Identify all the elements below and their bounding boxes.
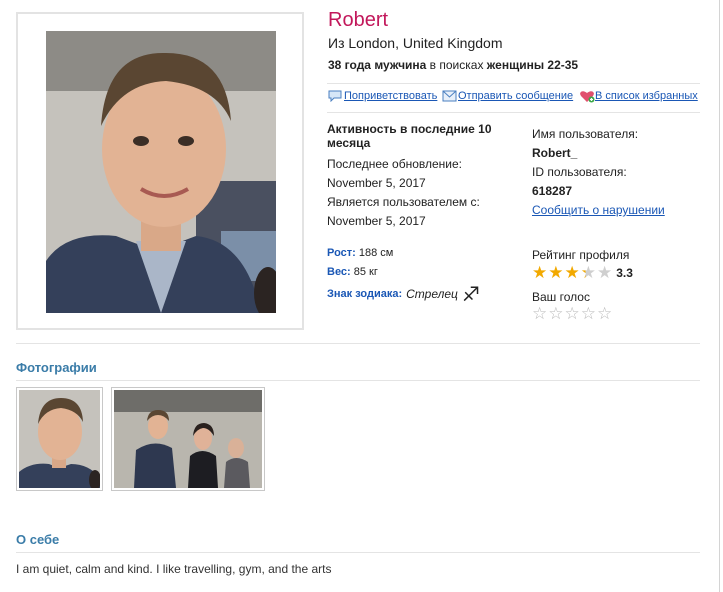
star-icon: ★ (532, 263, 548, 282)
activity-block: Активность в последние 10 месяца Последн… (327, 122, 507, 231)
zodiac-label: Знак зодиака: (327, 288, 403, 300)
weight-value: 85 кг (353, 266, 378, 278)
member-since-value: November 5, 2017 (327, 214, 426, 228)
photos-section-title: Фотографии (16, 360, 97, 375)
divider (327, 112, 700, 113)
photo-thumbnail[interactable] (16, 387, 103, 491)
action-bar: Поприветствовать Отправить сообщение В с… (328, 90, 700, 108)
vote-star-3[interactable]: ☆ (565, 305, 580, 322)
vote-star-2[interactable]: ☆ (548, 305, 563, 322)
star-half-icon: ★ (580, 263, 596, 282)
send-message-label: Отправить сообщение (458, 90, 574, 102)
star-empty-icon: ★ (597, 263, 613, 282)
photo-thumbnail[interactable] (111, 387, 265, 491)
seeking-word: в поисках (426, 58, 487, 72)
send-message-button[interactable]: Отправить сообщение (442, 90, 573, 102)
main-photo-frame (16, 12, 304, 330)
profile-location: Из London, United Kingdom (328, 35, 503, 51)
envelope-icon (442, 90, 457, 102)
last-update-label: Последнее обновление: (327, 157, 462, 171)
main-photo[interactable] (46, 31, 276, 313)
profile-name: Robert (328, 9, 389, 31)
profile-summary: 38 года мужчина в поисках женщины 22-35 (328, 58, 578, 72)
username-label: Имя пользователя: (532, 127, 639, 141)
activity-heading: Активность в последние 10 месяца (327, 122, 492, 150)
report-abuse-link[interactable]: Сообщить о нарушении (532, 201, 712, 220)
greet-label: Поприветствовать (344, 90, 438, 102)
vote-star-1[interactable]: ☆ (532, 305, 547, 322)
chat-bubble-icon (328, 90, 342, 103)
about-section-title: О себе (16, 532, 60, 547)
user-id-value: 618287 (532, 184, 573, 198)
weight-label: Вес: (327, 266, 351, 278)
divider (16, 552, 700, 553)
last-update-value: November 5, 2017 (327, 176, 426, 190)
seeking-target: женщины 22-35 (486, 58, 579, 72)
star-icon: ★ (548, 263, 564, 282)
zodiac-stat: Знак зодиака: Стрелец ♐ (327, 282, 480, 306)
vote-star-5[interactable]: ☆ (597, 305, 612, 322)
zodiac-value: Стрелец (406, 287, 458, 301)
weight-stat: Вес: 85 кг (327, 266, 378, 278)
divider (327, 83, 700, 84)
member-since-label: Является пользователем с: (327, 195, 480, 209)
age-gender: 38 года мужчина (328, 58, 427, 72)
height-label: Рост: (327, 247, 356, 259)
about-text: I am quiet, calm and kind. I like travel… (16, 562, 332, 576)
user-block: Имя пользователя: Robert_ ID пользовател… (532, 125, 712, 220)
vote-star-4[interactable]: ☆ (581, 305, 596, 322)
sagittarius-icon: ♐ (461, 282, 480, 306)
height-stat: Рост: 188 см (327, 247, 393, 259)
profile-rating-stars: ★ ★ ★ ★ ★ 3.3 (532, 264, 633, 281)
vote-stars: ☆ ☆ ☆ ☆ ☆ (532, 305, 612, 322)
right-border (719, 0, 720, 592)
height-value: 188 см (358, 247, 394, 259)
rating-label: Рейтинг профиля (532, 248, 630, 262)
your-vote-label: Ваш голос (532, 290, 590, 304)
divider (16, 343, 700, 344)
heart-icon (579, 90, 595, 103)
add-to-favorites-label: В список избранных (595, 90, 698, 102)
rating-value: 3.3 (616, 265, 633, 280)
user-id-label: ID пользователя: (532, 165, 627, 179)
divider (16, 380, 700, 381)
add-to-favorites-button[interactable]: В список избранных (579, 90, 698, 103)
star-icon: ★ (564, 263, 580, 282)
username-value: Robert_ (532, 146, 578, 160)
greet-button[interactable]: Поприветствовать (328, 90, 438, 103)
